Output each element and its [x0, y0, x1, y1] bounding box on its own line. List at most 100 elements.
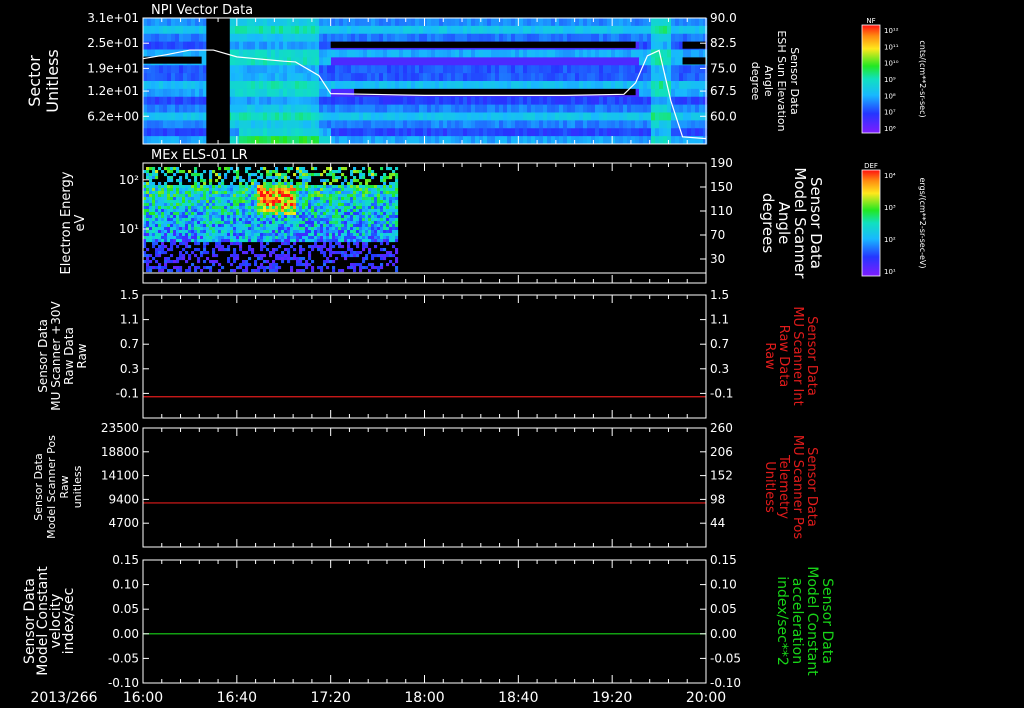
npi-cell	[347, 25, 352, 35]
npi-cell	[631, 104, 636, 113]
npi-cell	[551, 49, 556, 58]
els-cell	[341, 203, 345, 207]
npi-cell	[371, 18, 376, 27]
npi-cell	[479, 65, 484, 74]
els-cell	[182, 242, 186, 246]
npi-cell	[151, 25, 156, 35]
els-cell	[269, 188, 273, 192]
els-cell	[272, 236, 276, 240]
npi-cell	[155, 136, 160, 145]
els-cell	[326, 224, 330, 228]
els-cell	[245, 203, 249, 207]
els-cell	[254, 239, 258, 243]
npi-cell	[379, 81, 384, 90]
els-cell	[248, 194, 252, 198]
npi-cell	[515, 57, 520, 66]
npi-cell	[147, 120, 152, 129]
npi-cell	[423, 18, 428, 27]
npi-cell	[307, 81, 312, 90]
npi-cell	[567, 65, 572, 74]
npi-cell	[691, 112, 696, 121]
els-cell	[272, 212, 276, 216]
npi-cell	[571, 65, 576, 74]
els-cell	[317, 224, 321, 228]
els-cell	[158, 233, 162, 237]
els-cell	[275, 212, 279, 216]
npi-cell	[351, 128, 356, 137]
els-cell	[170, 236, 174, 240]
els-cell	[389, 191, 393, 195]
els-cell	[287, 215, 291, 219]
npi-cell	[551, 65, 556, 74]
els-cell	[170, 260, 174, 264]
els-cell	[158, 269, 162, 273]
npi-cell	[563, 33, 568, 43]
els-cell	[377, 206, 381, 210]
els-cell	[275, 248, 279, 252]
els-cell	[218, 176, 222, 180]
els-cell	[254, 215, 258, 219]
els-cell	[209, 266, 213, 270]
els-cell	[170, 188, 174, 192]
els-cell	[383, 191, 387, 195]
els-cell	[299, 173, 303, 177]
npi-cell	[411, 128, 416, 137]
npi-cell	[283, 112, 288, 121]
npi-cell	[439, 49, 444, 58]
npi-cell	[171, 41, 176, 50]
npi-cell	[299, 128, 304, 137]
npi-cell	[695, 104, 700, 113]
npi-cell	[491, 120, 496, 129]
y-tick-label: 10¹	[119, 222, 139, 236]
els-cell	[272, 224, 276, 228]
npi-cell	[523, 49, 528, 58]
els-cell	[284, 176, 288, 180]
els-cell	[350, 221, 354, 225]
els-cell	[260, 257, 264, 261]
npi-cell	[395, 128, 400, 137]
els-cell	[146, 191, 150, 195]
npi-cell	[535, 96, 540, 106]
npi-cell	[491, 81, 496, 90]
npi-cell	[631, 73, 636, 82]
els-cell	[149, 230, 153, 234]
npi-cell	[339, 120, 344, 129]
npi-cell	[303, 25, 308, 35]
npi-cell	[575, 96, 580, 106]
npi-cell	[451, 104, 456, 113]
els-cell	[380, 197, 384, 201]
els-cell	[197, 200, 201, 204]
els-cell	[278, 218, 282, 222]
els-cell	[326, 266, 330, 270]
npi-cell	[455, 65, 460, 74]
els-cell	[251, 236, 255, 240]
els-cell	[362, 194, 366, 198]
npi-cell	[539, 104, 544, 113]
npi-cell	[539, 73, 544, 82]
npi-cell	[379, 25, 384, 35]
els-cell	[389, 200, 393, 204]
npi-cell	[367, 49, 372, 58]
npi-cell	[407, 49, 412, 58]
els-cell	[380, 167, 384, 171]
npi-cell	[251, 65, 256, 74]
els-cell	[209, 230, 213, 234]
npi-cell	[623, 104, 628, 113]
npi-cell	[475, 96, 480, 106]
npi-cell	[579, 33, 584, 43]
els-cell	[329, 248, 333, 252]
npi-cell	[519, 128, 524, 137]
npi-cell	[387, 57, 392, 66]
npi-cell	[147, 128, 152, 137]
els-cell	[233, 203, 237, 207]
els-cell	[281, 260, 285, 264]
els-cell	[191, 173, 195, 177]
npi-cell	[195, 25, 200, 35]
els-cell	[149, 203, 153, 207]
npi-cell	[403, 65, 408, 74]
els-cell	[392, 227, 396, 231]
npi-cell	[307, 136, 312, 145]
npi-cell	[159, 96, 164, 106]
els-cell	[206, 266, 210, 270]
els-cell	[374, 185, 378, 189]
